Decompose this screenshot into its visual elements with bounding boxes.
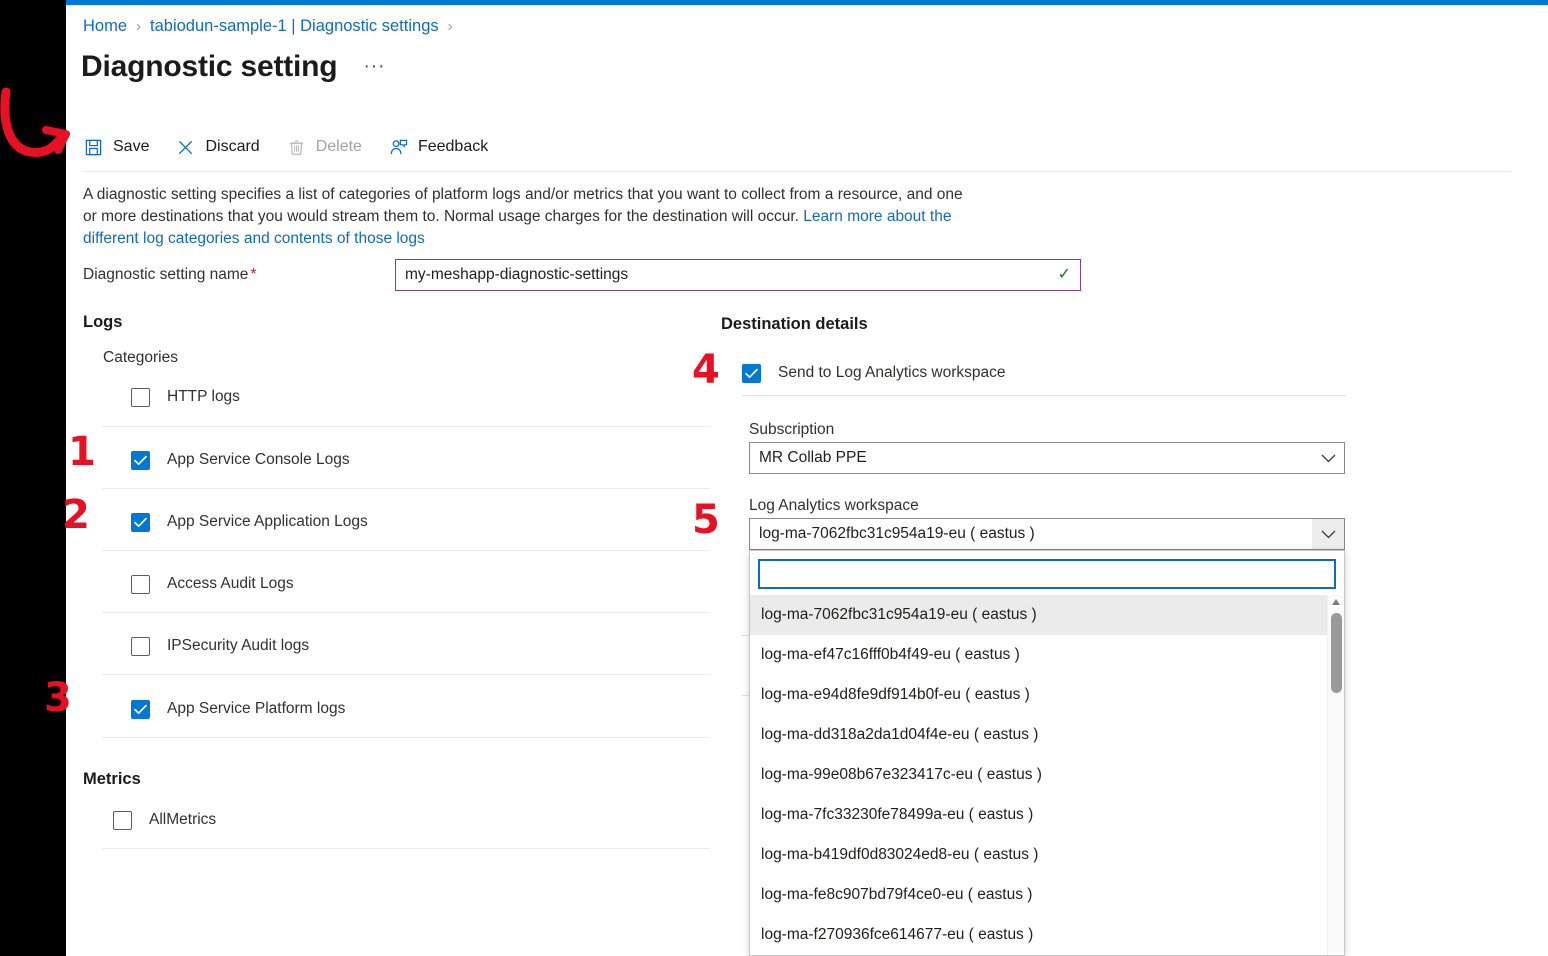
feedback-icon — [388, 137, 409, 158]
checkbox-row-http-logs[interactable]: HTTP logs — [131, 382, 240, 412]
workspace-option-5[interactable]: log-ma-7fc33230fe78499a-eu ( eastus ) — [750, 795, 1344, 835]
checkbox-ipsecurity-audit-logs[interactable] — [131, 637, 150, 656]
checkbox-row-allmetrics[interactable]: AllMetrics — [113, 805, 216, 835]
subscription-label: Subscription — [749, 421, 834, 439]
logs-divider-3 — [102, 550, 710, 551]
workspace-option-1[interactable]: log-ma-ef47c16fff0b4f49-eu ( eastus ) — [750, 635, 1344, 675]
diagnostic-setting-name-label: Diagnostic setting name* — [83, 266, 256, 284]
metrics-heading: Metrics — [83, 770, 141, 789]
log-analytics-workspace-value: log-ma-7062fbc31c954a19-eu ( eastus ) — [750, 525, 1312, 543]
subscription-dropdown[interactable]: MR Collab PPE — [749, 442, 1345, 474]
checkbox-label-access-audit-logs: Access Audit Logs — [167, 575, 294, 593]
workspace-option-3[interactable]: log-ma-dd318a2da1d04f4e-eu ( eastus ) — [750, 715, 1344, 755]
checkbox-row-app-service-console-logs[interactable]: App Service Console Logs — [131, 445, 350, 475]
delete-label: Delete — [316, 138, 362, 156]
breadcrumb-item-home[interactable]: Home — [83, 17, 127, 36]
content-pane: Home › tabiodun-sample-1 | Diagnostic se… — [66, 5, 1548, 956]
subscription-value: MR Collab PPE — [750, 449, 1312, 467]
more-options-icon[interactable]: ··· — [363, 57, 385, 76]
save-button[interactable]: Save — [83, 137, 149, 158]
checkbox-row-ipsecurity-audit-logs[interactable]: IPSecurity Audit logs — [131, 631, 309, 661]
breadcrumb-item-resource[interactable]: tabiodun-sample-1 | Diagnostic settings — [150, 17, 439, 36]
checkbox-row-app-service-platform-logs[interactable]: App Service Platform logs — [131, 694, 345, 724]
delete-button: Delete — [286, 137, 362, 158]
workspace-option-2[interactable]: log-ma-e94d8fe9df914b0f-eu ( eastus ) — [750, 675, 1344, 715]
breadcrumb: Home › tabiodun-sample-1 | Diagnostic se… — [83, 17, 462, 36]
workspace-option-6[interactable]: log-ma-b419df0d83024ed8-eu ( eastus ) — [750, 835, 1344, 875]
discard-icon — [175, 137, 196, 158]
azure-portal-diagnostic-setting-page: Home › tabiodun-sample-1 | Diagnostic se… — [0, 0, 1548, 956]
page-title: Diagnostic setting — [81, 49, 337, 85]
metrics-divider-1 — [102, 848, 710, 849]
workspace-option-8[interactable]: log-ma-f270936fce614677-eu ( eastus ) — [750, 915, 1344, 955]
command-bar-divider — [83, 171, 1511, 172]
discard-button[interactable]: Discard — [175, 137, 259, 158]
destination-details-heading: Destination details — [721, 315, 868, 334]
workspace-option-list: log-ma-7062fbc31c954a19-eu ( eastus ) lo… — [750, 595, 1344, 955]
checkbox-app-service-platform-logs[interactable] — [131, 700, 150, 719]
delete-icon — [286, 137, 307, 158]
checkbox-row-send-to-log-analytics[interactable]: Send to Log Analytics workspace — [742, 358, 1005, 388]
diagnostic-setting-name-input[interactable] — [396, 266, 1058, 284]
log-analytics-workspace-label: Log Analytics workspace — [749, 497, 919, 515]
categories-subheading: Categories — [103, 349, 178, 367]
checkbox-send-to-log-analytics[interactable] — [742, 364, 761, 383]
checkbox-label-app-service-application-logs: App Service Application Logs — [167, 513, 368, 531]
save-label: Save — [113, 138, 149, 156]
breadcrumb-separator-icon: › — [136, 18, 141, 35]
workspace-option-4[interactable]: log-ma-99e08b67e323417c-eu ( eastus ) — [750, 755, 1344, 795]
left-nav-rail — [0, 0, 66, 956]
chevron-down-icon — [1312, 443, 1344, 473]
logs-divider-1 — [102, 426, 710, 427]
checkbox-label-app-service-platform-logs: App Service Platform logs — [167, 700, 345, 718]
breadcrumb-separator-icon-2: › — [448, 18, 453, 35]
checkbox-http-logs[interactable] — [131, 388, 150, 407]
checkbox-label-allmetrics: AllMetrics — [149, 811, 216, 829]
page-title-row: Diagnostic setting ··· — [81, 49, 385, 85]
workspace-dropdown-panel: log-ma-7062fbc31c954a19-eu ( eastus ) lo… — [749, 550, 1345, 956]
valid-check-icon: ✓ — [1058, 267, 1071, 283]
logs-divider-6 — [102, 737, 710, 738]
checkbox-app-service-application-logs[interactable] — [131, 513, 150, 532]
checkbox-row-access-audit-logs[interactable]: Access Audit Logs — [131, 569, 294, 599]
chevron-down-icon-workspace — [1312, 519, 1344, 549]
checkbox-label-http-logs: HTTP logs — [167, 388, 240, 406]
logs-divider-5 — [102, 674, 710, 675]
workspace-option-0[interactable]: log-ma-7062fbc31c954a19-eu ( eastus ) — [750, 595, 1344, 635]
diagnostic-setting-name-field[interactable]: ✓ — [395, 259, 1081, 291]
required-asterisk: * — [250, 266, 256, 283]
checkbox-label-app-service-console-logs: App Service Console Logs — [167, 451, 350, 469]
workspace-search-input[interactable] — [758, 559, 1336, 589]
discard-label: Discard — [205, 138, 259, 156]
destination-divider-1 — [742, 395, 1346, 396]
logs-divider-4 — [102, 612, 710, 613]
feedback-button[interactable]: Feedback — [388, 137, 488, 158]
name-label-text: Diagnostic setting name — [83, 266, 248, 283]
command-bar: Save Discard — [83, 131, 514, 163]
checkbox-app-service-console-logs[interactable] — [131, 451, 150, 470]
checkbox-label-send-to-log-analytics: Send to Log Analytics workspace — [778, 364, 1005, 382]
scrollbar-thumb[interactable] — [1331, 613, 1342, 693]
workspace-search-wrap — [750, 551, 1344, 595]
workspace-option-7[interactable]: log-ma-fe8c907bd79f4ce0-eu ( eastus ) — [750, 875, 1344, 915]
checkbox-row-app-service-application-logs[interactable]: App Service Application Logs — [131, 507, 368, 537]
log-analytics-workspace-dropdown[interactable]: log-ma-7062fbc31c954a19-eu ( eastus ) — [749, 518, 1345, 550]
logs-heading: Logs — [83, 313, 122, 332]
checkbox-label-ipsecurity-audit-logs: IPSecurity Audit logs — [167, 637, 309, 655]
feedback-label: Feedback — [418, 138, 488, 156]
workspace-list-scrollbar[interactable] — [1327, 595, 1344, 955]
page-description: A diagnostic setting specifies a list of… — [83, 184, 973, 250]
scroll-up-arrow-icon[interactable] — [1332, 599, 1340, 605]
checkbox-access-audit-logs[interactable] — [131, 575, 150, 594]
save-icon — [83, 137, 104, 158]
logs-divider-2 — [102, 488, 710, 489]
checkbox-allmetrics[interactable] — [113, 811, 132, 830]
